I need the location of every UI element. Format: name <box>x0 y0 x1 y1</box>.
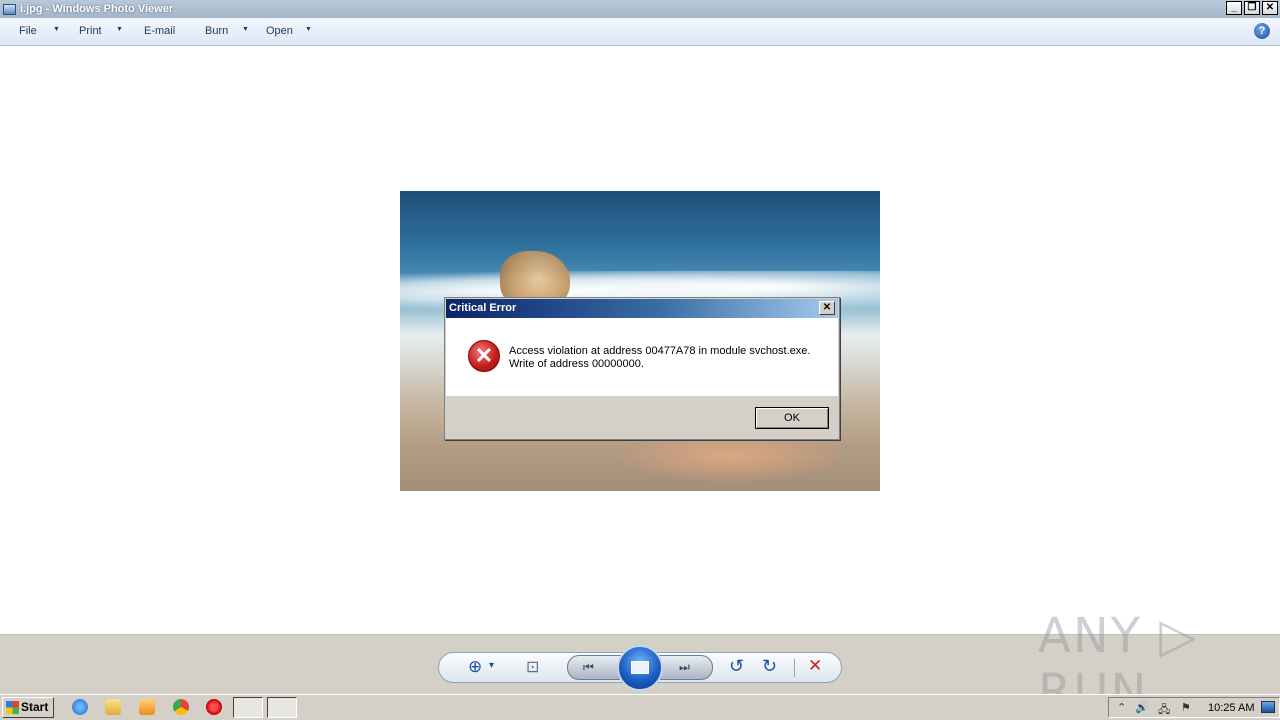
previous-icon[interactable]: ⏮ <box>583 660 594 675</box>
slideshow-button[interactable] <box>617 645 663 691</box>
slideshow-icon <box>631 661 649 674</box>
zoom-dropdown-icon[interactable]: ▾ <box>489 660 494 671</box>
window-controls: _ ❐ ✕ <box>1226 1 1278 15</box>
ok-button[interactable]: OK <box>755 407 829 429</box>
opera-icon[interactable] <box>206 699 222 715</box>
tray-expand-icon[interactable]: ⌃ <box>1117 701 1126 714</box>
start-label: Start <box>21 700 49 714</box>
chevron-down-icon[interactable]: ▼ <box>305 26 312 33</box>
internet-explorer-icon[interactable] <box>72 699 88 715</box>
dialog-body: ✕ Access violation at address 00477A78 i… <box>446 318 838 396</box>
menu-file[interactable]: File <box>19 25 37 37</box>
close-button[interactable]: ✕ <box>1262 1 1278 15</box>
dialog-close-button[interactable]: ✕ <box>819 301 835 315</box>
media-player-icon[interactable] <box>139 699 155 715</box>
menu-burn[interactable]: Burn <box>205 25 228 37</box>
rotate-counterclockwise-icon[interactable]: ↺ <box>729 656 744 677</box>
zoom-icon[interactable]: ⊕ <box>468 657 482 677</box>
error-message: Access violation at address 00477A78 in … <box>509 345 810 371</box>
critical-error-dialog: Critical Error ✕ ✕ Access violation at a… <box>444 297 840 440</box>
photo-viewer-app-icon <box>3 3 16 15</box>
volume-icon[interactable]: 🔊 <box>1135 701 1149 714</box>
folder-icon[interactable] <box>105 699 121 715</box>
system-tray: ⌃ 🔊 🖧 ⚑ 10:25 AM <box>1108 697 1280 718</box>
next-icon[interactable]: ⏭ <box>679 660 690 675</box>
window-title: i.jpg - Windows Photo Viewer <box>20 3 174 15</box>
rotate-clockwise-icon[interactable]: ↻ <box>762 656 777 677</box>
delete-icon[interactable]: ✕ <box>808 656 822 676</box>
menu-email[interactable]: E-mail <box>144 25 175 37</box>
taskbar: Start ⌃ 🔊 🖧 ⚑ 10:25 AM <box>0 694 1280 720</box>
show-desktop-icon[interactable] <box>1261 701 1275 713</box>
clock[interactable]: 10:25 AM <box>1208 702 1254 714</box>
taskbar-app-1[interactable] <box>233 697 263 718</box>
error-x-icon: ✕ <box>468 340 500 372</box>
chevron-down-icon[interactable]: ▼ <box>53 26 60 33</box>
menu-bar: File ▼ Print ▼ E-mail Burn ▼ Open ▼ ? <box>0 18 1280 46</box>
chevron-down-icon[interactable]: ▼ <box>116 26 123 33</box>
start-button[interactable]: Start <box>2 697 54 718</box>
error-message-line-1: Access violation at address 00477A78 in … <box>509 345 811 357</box>
dialog-title: Critical Error <box>449 302 517 314</box>
windows-logo-icon <box>6 701 19 714</box>
actual-size-icon[interactable]: ⊡ <box>526 657 539 677</box>
screen: i.jpg - Windows Photo Viewer _ ❐ ✕ File … <box>0 0 1280 720</box>
menu-open[interactable]: Open <box>266 25 293 37</box>
network-icon[interactable]: 🖧 <box>1158 701 1170 720</box>
taskbar-photo-viewer[interactable] <box>267 697 297 718</box>
window-title-bar[interactable]: i.jpg - Windows Photo Viewer _ ❐ ✕ <box>0 0 1280 18</box>
error-message-line-2: Write of address 00000000. <box>509 358 644 370</box>
chevron-down-icon[interactable]: ▼ <box>242 26 249 33</box>
menu-print[interactable]: Print <box>79 25 102 37</box>
chrome-icon[interactable] <box>173 699 189 715</box>
control-divider <box>794 659 795 677</box>
dialog-title-bar[interactable]: Critical Error ✕ <box>446 299 838 318</box>
minimize-button[interactable]: _ <box>1226 1 1242 15</box>
action-center-flag-icon[interactable]: ⚑ <box>1181 701 1191 714</box>
help-icon[interactable]: ? <box>1254 23 1270 39</box>
restore-button[interactable]: ❐ <box>1244 1 1260 15</box>
